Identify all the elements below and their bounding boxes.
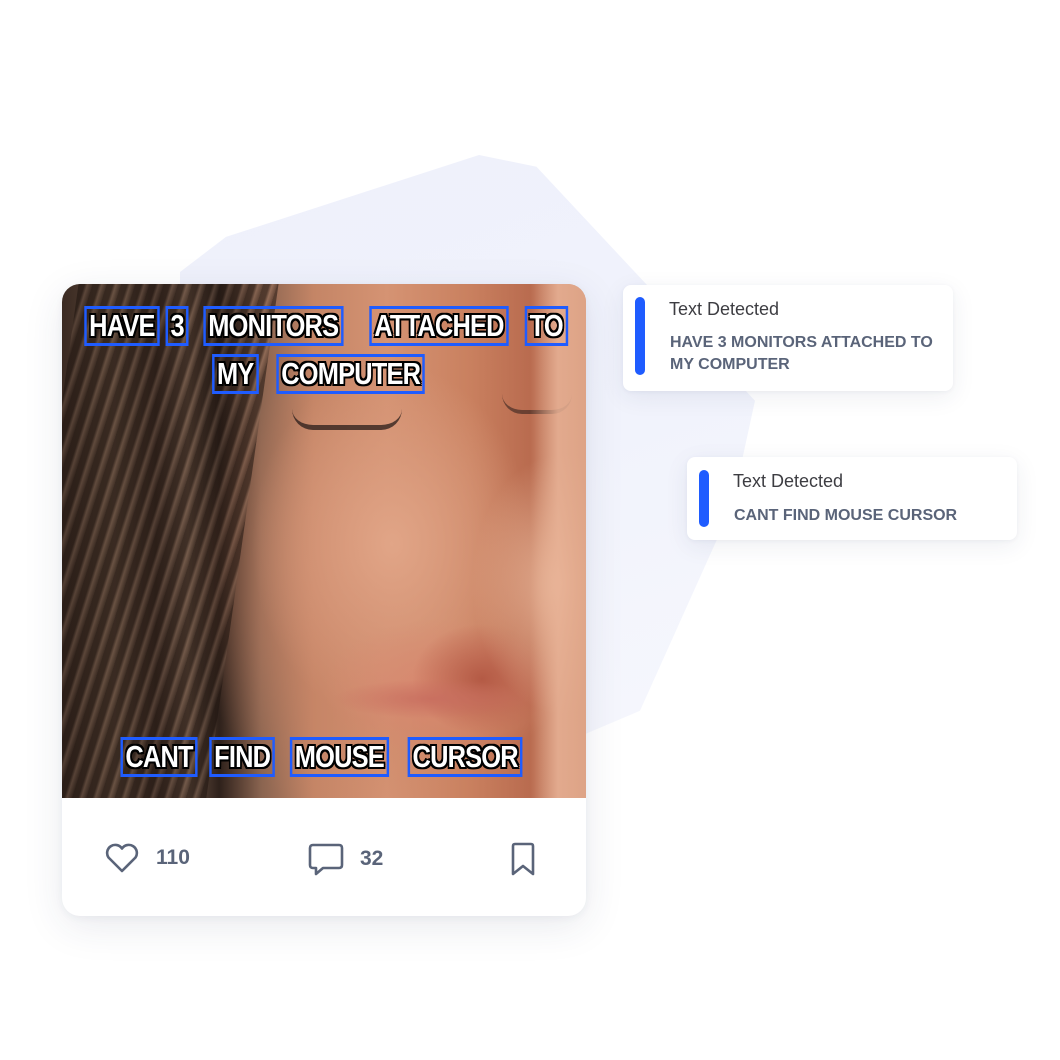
post-actions: 110 32 <box>62 798 586 916</box>
detected-word-box: ATTACHED <box>369 306 509 346</box>
bookmark-icon <box>510 842 536 876</box>
detection-title: Text Detected <box>733 471 844 491</box>
meme-line-top-1: HAVE 3 MONITORS ATTACHED TO <box>62 306 586 346</box>
detected-word-box: FIND <box>209 737 276 777</box>
photo-lips <box>332 679 532 719</box>
speech-bubble-icon <box>308 842 344 876</box>
detected-word-box: MOUSE <box>289 737 389 777</box>
detection-title: Text Detected <box>669 299 780 319</box>
detected-word-box: 3 <box>165 306 190 346</box>
detected-word-box: MONITORS <box>202 306 343 346</box>
detected-text: CANT FIND MOUSE CURSOR <box>734 507 958 524</box>
accent-bar <box>699 470 709 527</box>
detected-word-box: TO <box>524 306 568 346</box>
detected-word-box: HAVE <box>83 306 160 346</box>
comment-count: 32 <box>360 847 384 870</box>
bookmark-button[interactable] <box>510 842 536 876</box>
detected-text: HAVE 3 MONITORS ATTACHED TO MY COMPUTER <box>670 334 933 373</box>
comment-button[interactable]: 32 <box>308 842 383 876</box>
detected-word-box: CURSOR <box>408 737 524 777</box>
meme-line-top-2: MY COMPUTER <box>62 354 586 394</box>
text-detected-card: Text Detected HAVE 3 MONITORS ATTACHED T… <box>623 285 953 391</box>
detected-word-box: COMPUTER <box>275 354 425 394</box>
detected-word-box: CANT <box>120 737 198 777</box>
like-button[interactable]: 110 <box>104 842 190 874</box>
text-detected-card: Text Detected CANT FIND MOUSE CURSOR <box>687 457 1017 540</box>
post-card: HAVE 3 MONITORS ATTACHED TO MY COMPUTER … <box>62 284 586 916</box>
accent-bar <box>635 297 645 375</box>
meme-line-bottom: CANT FIND MOUSE CURSOR <box>62 737 586 777</box>
detected-word-box: MY <box>212 354 259 394</box>
meme-photo: HAVE 3 MONITORS ATTACHED TO MY COMPUTER … <box>62 284 586 798</box>
like-count: 110 <box>156 846 190 869</box>
heart-icon <box>104 842 140 874</box>
photo-eye <box>292 409 402 430</box>
